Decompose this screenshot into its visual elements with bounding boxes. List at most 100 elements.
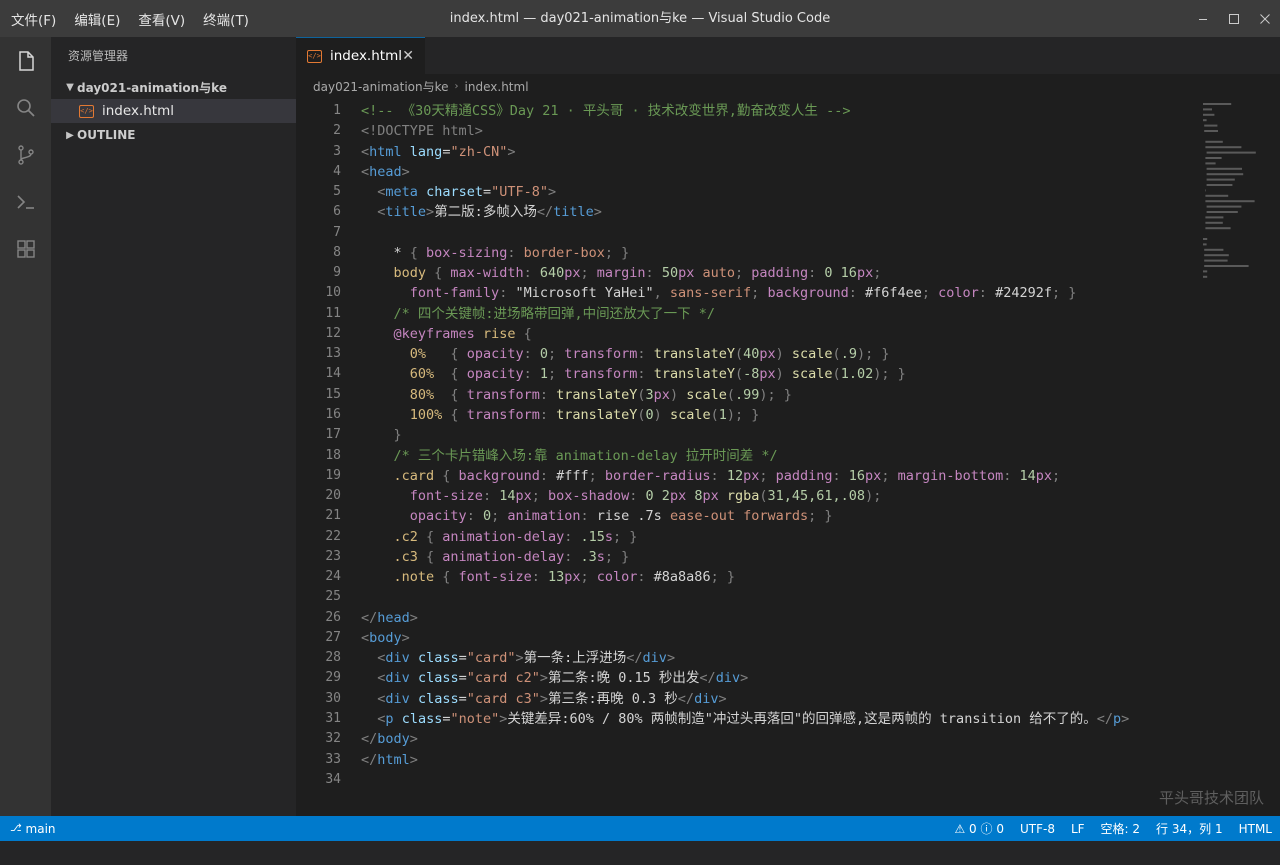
menu-file[interactable]: 文件(F) [0, 9, 63, 29]
code-token: { [434, 467, 459, 484]
close-tab-icon[interactable]: ✕ [402, 48, 414, 64]
breadcrumb-folder[interactable]: day021-animation与ke [296, 78, 449, 95]
tab-index-html[interactable]: </> index.html ✕ [296, 37, 425, 74]
code-token: > [740, 670, 749, 687]
minimize-button[interactable] [1187, 0, 1218, 37]
code-token: p [1112, 710, 1122, 727]
code-token: title [553, 204, 594, 221]
code-token: : [808, 265, 825, 282]
menu-terminal[interactable]: 终端(T) [192, 9, 256, 29]
code-token: ; [921, 285, 939, 302]
branch-icon: ⎇ [10, 823, 22, 834]
line-number: 1 [333, 103, 341, 118]
problems-indicator[interactable]: ⚠ 0 ⓘ 0 [946, 820, 1011, 837]
code-token: ); [865, 488, 882, 505]
code-token: lang [409, 143, 443, 160]
code-line: 100% { transform: translateY(0) scale(1)… [361, 405, 1129, 425]
code-line: .note { font-size: 13px; color: #8a8a86;… [361, 567, 1129, 587]
code-token: > [409, 609, 418, 626]
code-token: meta [385, 184, 418, 201]
minimap-line [1204, 130, 1218, 132]
code-token: color [938, 285, 979, 302]
code-token: </ [361, 751, 378, 768]
code-token: rise [482, 325, 516, 342]
code-token: : [832, 467, 849, 484]
menu-edit[interactable]: 编辑(E) [63, 9, 127, 29]
code-token: div [385, 650, 410, 667]
code-token: #8a8a86 [653, 569, 711, 586]
minimap-line [1205, 157, 1222, 159]
branch-name[interactable]: main [26, 822, 56, 836]
indent-indicator[interactable]: 空格: 2 [1093, 820, 1149, 837]
code-token: : [710, 467, 727, 484]
file-item-index-html[interactable]: </> index.html [51, 99, 296, 123]
code-token: opacity [409, 508, 467, 525]
code-token: { [442, 406, 467, 423]
code-token: 14 [1019, 467, 1036, 484]
code-token: "note" [450, 710, 500, 727]
editor-tabs: </> index.html ✕ [296, 37, 1280, 74]
code-token: 80% [409, 386, 435, 403]
close-icon [1259, 13, 1270, 24]
line-number: 19 [325, 467, 341, 483]
folder-row[interactable]: ▼ day021-animation与ke [51, 75, 296, 99]
maximize-button[interactable] [1218, 0, 1249, 37]
close-window-button[interactable] [1249, 0, 1280, 37]
code-content[interactable]: <!-- 《30天精通CSS》Day 21 · 平头哥 · 技术改变世界,勤奋改… [361, 101, 1129, 790]
line-number: 13 [325, 346, 341, 362]
code-token: ) [775, 346, 792, 363]
code-token: px [743, 467, 760, 484]
status-bar: ⎇ main ⚠ 0 ⓘ 0 UTF-8 LF 空格: 2 行 34，列 1 H… [0, 816, 1280, 841]
source-control-button[interactable] [0, 131, 51, 178]
code-token: 1 [539, 366, 548, 383]
code-token: class [417, 690, 459, 707]
cursor-position[interactable]: 行 34，列 1 [1148, 820, 1231, 837]
extensions-button[interactable] [0, 225, 51, 272]
code-token: 0 16 [824, 265, 857, 282]
code-token: } [361, 427, 402, 444]
minimize-icon [1198, 18, 1207, 20]
code-token: = [482, 184, 492, 201]
code-token: #fff [556, 467, 589, 484]
code-line: <div class="card c3">第三条:再晚 0.3 秒</div> [361, 689, 1129, 709]
code-token: { [515, 325, 532, 342]
code-token: { [434, 386, 467, 403]
code-line: 0% { opacity: 0; transform: translateY(4… [361, 344, 1129, 364]
outline-section[interactable]: ▶ OUTLINE [51, 123, 296, 147]
minimap-line [1203, 103, 1232, 105]
code-token: transform [466, 386, 540, 403]
search-button[interactable] [0, 84, 51, 131]
code-token: scale [791, 346, 833, 363]
code-token: body [393, 265, 427, 282]
search-icon [16, 98, 35, 117]
menu-view[interactable]: 查看(V) [127, 9, 192, 29]
explorer-button[interactable] [0, 37, 51, 84]
minimap[interactable] [1203, 103, 1265, 287]
encoding-indicator[interactable]: UTF-8 [1012, 822, 1063, 836]
code-token: div [694, 690, 719, 707]
code-line: } [361, 425, 1129, 445]
code-token: </ [1096, 710, 1113, 727]
extensions-icon [16, 239, 35, 258]
minimap-line [1205, 162, 1216, 165]
breadcrumb-file[interactable]: index.html [465, 80, 529, 94]
language-mode[interactable]: HTML [1231, 822, 1280, 836]
eol-indicator[interactable]: LF [1063, 822, 1093, 836]
terminal-button[interactable] [0, 178, 51, 225]
code-editor[interactable]: 1 2 3 4 5 6 7 8 9 10 11 12 13 14 15 16 17 18 19 20 21 22 23 24 2… [296, 99, 1280, 816]
code-token: p [385, 710, 394, 727]
code-token: rise .7s [596, 508, 670, 525]
line-number: 23 [325, 548, 341, 564]
code-token: 第三条:再晚 0.3 秒 [548, 690, 678, 707]
code-line: <div class="card c2">第二条:晚 0.15 秒出发</div… [361, 668, 1129, 688]
code-token: .3 [580, 548, 597, 565]
code-token: : [531, 569, 548, 586]
code-token: @keyframes [393, 325, 475, 342]
